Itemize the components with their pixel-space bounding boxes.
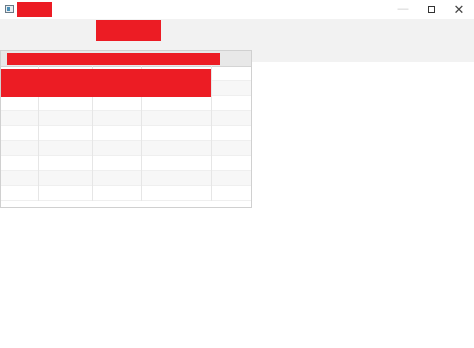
table-cell <box>142 126 212 141</box>
table-header-label[interactable] <box>7 53 220 65</box>
table-cell <box>212 96 251 111</box>
table-cell <box>1 96 39 111</box>
table-cell <box>1 141 39 156</box>
table-cell <box>212 171 251 186</box>
table-cell <box>142 111 212 126</box>
table-cell <box>39 171 93 186</box>
table-cell <box>1 126 39 141</box>
window-title <box>17 2 52 17</box>
table-row[interactable] <box>1 171 251 186</box>
table-row[interactable] <box>1 96 251 111</box>
table-row[interactable] <box>1 126 251 141</box>
table-cell <box>39 141 93 156</box>
table-cell <box>142 186 212 201</box>
table-cell <box>39 96 93 111</box>
table-cell <box>1 111 39 126</box>
table-cell <box>39 126 93 141</box>
table-cell <box>93 141 142 156</box>
table-cell <box>93 171 142 186</box>
table-cell <box>1 171 39 186</box>
table-cell <box>212 141 251 156</box>
table-cell <box>212 111 251 126</box>
minimize-button[interactable]: — <box>388 0 418 19</box>
table-cell <box>39 186 93 201</box>
table-cell <box>212 156 251 171</box>
table-cell <box>142 96 212 111</box>
table-cell <box>142 171 212 186</box>
close-icon: ✕ <box>453 2 465 17</box>
table-cell <box>212 186 251 201</box>
table-header <box>1 51 251 67</box>
maximize-button[interactable] <box>416 0 446 19</box>
table-cell <box>142 141 212 156</box>
table-cell <box>212 81 251 96</box>
table-cell <box>39 156 93 171</box>
table-cell <box>142 156 212 171</box>
table-cell <box>93 186 142 201</box>
table-row[interactable] <box>1 111 251 126</box>
minimize-icon: — <box>397 3 409 15</box>
table-cell <box>39 111 93 126</box>
table-cell <box>93 156 142 171</box>
table-cell <box>93 96 142 111</box>
table-cell <box>212 66 251 81</box>
title-bar: — ✕ <box>0 0 474 19</box>
table-cell <box>93 126 142 141</box>
table-row[interactable] <box>1 186 251 201</box>
close-button[interactable]: ✕ <box>444 0 474 19</box>
data-table <box>0 50 252 208</box>
selected-row[interactable] <box>1 69 211 97</box>
table-cell <box>93 111 142 126</box>
maximize-icon <box>427 6 435 13</box>
table-cell <box>212 126 251 141</box>
table-row[interactable] <box>1 141 251 156</box>
app-icon <box>5 5 14 13</box>
toolbar-button[interactable] <box>96 20 161 41</box>
table-cell <box>1 156 39 171</box>
table-row[interactable] <box>1 156 251 171</box>
table-cell <box>1 186 39 201</box>
